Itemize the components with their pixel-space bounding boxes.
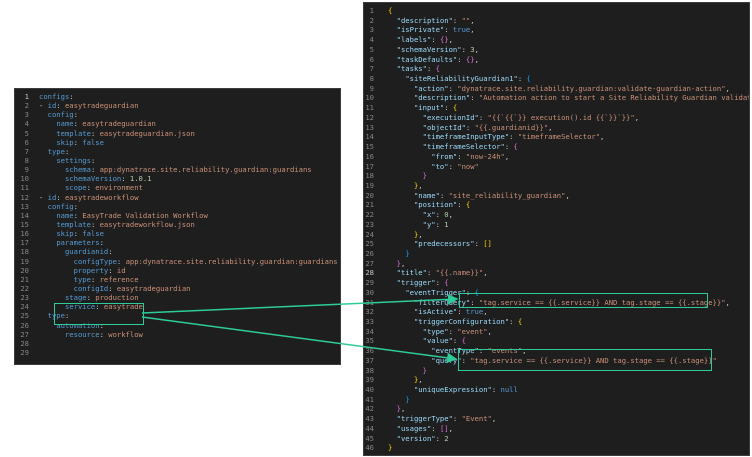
- connector-arrows: [141, 294, 459, 364]
- arrow-to-filterquery: [141, 294, 459, 314]
- arrow-to-query: [141, 316, 458, 364]
